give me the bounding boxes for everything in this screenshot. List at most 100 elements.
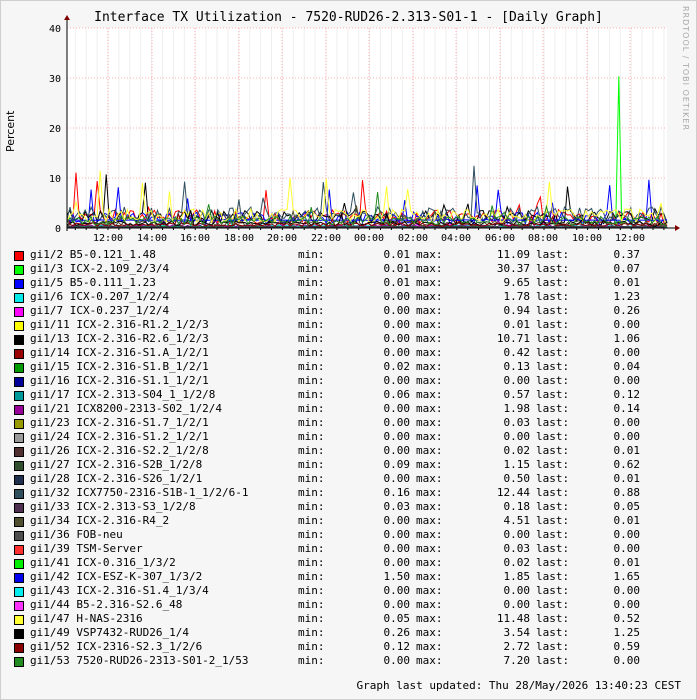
x-tick-label: 00:00 <box>354 233 384 244</box>
legend-swatch <box>14 419 24 429</box>
max-label: max: <box>416 360 443 373</box>
legend-swatch <box>14 391 24 401</box>
legend-swatch <box>14 601 24 611</box>
min-value: 0.00 <box>383 402 411 415</box>
max-value: 0.03 <box>503 542 531 555</box>
last-value: 0.26 <box>613 304 641 317</box>
max-label: max: <box>416 500 443 513</box>
max-label: max: <box>416 304 443 317</box>
min-value: 1.50 <box>383 570 411 583</box>
max-value: 1.78 <box>503 290 531 303</box>
legend-swatch <box>14 321 24 331</box>
max-value: 4.51 <box>503 514 531 527</box>
last-value: 0.12 <box>613 388 641 401</box>
last-value: 0.00 <box>613 654 641 667</box>
legend-swatch <box>14 307 24 317</box>
legend-name: gi1/32 ICX7750-2316-S1B-1_1/2/6-1 <box>30 486 249 499</box>
max-label: max: <box>416 598 443 611</box>
max-value: 0.94 <box>503 304 531 317</box>
min-value: 0.00 <box>383 374 411 387</box>
max-value: 0.00 <box>503 584 531 597</box>
legend-name: gi1/42 ICX-ESZ-K-307_1/3/2 <box>30 570 203 583</box>
x-tick-label: 20:00 <box>267 233 297 244</box>
min-value: 0.00 <box>383 318 411 331</box>
max-value: 0.03 <box>503 416 531 429</box>
x-tick-label: 02:00 <box>398 233 428 244</box>
last-value: 0.00 <box>613 528 641 541</box>
max-label: max: <box>416 626 443 639</box>
last-value: 0.59 <box>613 640 641 653</box>
legend-name: gi1/24 ICX-2.316-S1.2_1/2/1 <box>30 430 209 443</box>
max-value: 0.02 <box>503 556 531 569</box>
legend-swatch <box>14 629 24 639</box>
max-value: 1.98 <box>503 402 531 415</box>
min-value: 0.00 <box>383 584 411 597</box>
legend-swatch <box>14 615 24 625</box>
min-label: min: <box>298 654 325 667</box>
legend-name: gi1/28 ICX-2.316-S26_1/2/1 <box>30 472 203 485</box>
min-label: min: <box>298 542 325 555</box>
x-tick-label: 04:00 <box>441 233 471 244</box>
legend-name: gi1/17 ICX-2.313-S04_1_1/2/8 <box>30 388 216 401</box>
legend-swatch <box>14 433 24 443</box>
max-label: max: <box>416 472 443 485</box>
max-label: max: <box>416 262 443 275</box>
last-label: last: <box>536 360 570 373</box>
legend-swatch <box>14 559 24 569</box>
legend-swatch <box>14 475 24 485</box>
max-value: 2.72 <box>503 640 531 653</box>
min-label: min: <box>298 472 325 485</box>
max-value: 0.01 <box>503 318 531 331</box>
last-label: last: <box>536 290 570 303</box>
legend-swatch <box>14 363 24 373</box>
max-label: max: <box>416 444 443 457</box>
max-value: 30.37 <box>496 262 530 275</box>
legend-name: gi1/43 ICX-2.316-S1.4_1/3/4 <box>30 584 209 597</box>
min-value: 0.00 <box>383 430 411 443</box>
max-label: max: <box>416 612 443 625</box>
x-tick-label: 08:00 <box>528 233 558 244</box>
max-value: 0.13 <box>503 360 531 373</box>
last-value: 0.00 <box>613 542 641 555</box>
legend-name: gi1/36 FOB-neu <box>30 528 123 541</box>
last-value: 0.01 <box>613 472 641 485</box>
last-label: last: <box>536 416 570 429</box>
last-value: 0.00 <box>613 318 641 331</box>
legend-swatch <box>14 405 24 415</box>
legend-swatch <box>14 517 24 527</box>
last-value: 0.01 <box>613 514 641 527</box>
min-value: 0.01 <box>383 248 411 261</box>
last-label: last: <box>536 276 570 289</box>
legend-name: gi1/13 ICX-2.316-R2.6_1/2/3 <box>30 332 209 345</box>
last-value: 0.01 <box>613 276 641 289</box>
last-value: 0.52 <box>613 612 641 625</box>
last-label: last: <box>536 262 570 275</box>
max-label: max: <box>416 584 443 597</box>
max-value: 0.00 <box>503 528 531 541</box>
min-value: 0.00 <box>383 472 411 485</box>
max-label: max: <box>416 654 443 667</box>
last-label: last: <box>536 542 570 555</box>
legend-name: gi1/23 ICX-2.316-S1.7_1/2/1 <box>30 416 209 429</box>
min-label: min: <box>298 416 325 429</box>
max-label: max: <box>416 388 443 401</box>
y-tick-label: 20 <box>49 124 61 135</box>
last-value: 0.88 <box>613 486 641 499</box>
max-label: max: <box>416 332 443 345</box>
max-value: 0.42 <box>503 346 531 359</box>
max-label: max: <box>416 318 443 331</box>
min-label: min: <box>298 640 325 653</box>
legend-swatch <box>14 265 24 275</box>
x-axis-arrow <box>675 225 680 231</box>
min-label: min: <box>298 290 325 303</box>
last-value: 0.37 <box>613 248 641 261</box>
legend-swatch <box>14 573 24 583</box>
max-label: max: <box>416 290 443 303</box>
min-value: 0.01 <box>383 276 411 289</box>
last-label: last: <box>536 458 570 471</box>
min-label: min: <box>298 374 325 387</box>
min-label: min: <box>298 262 325 275</box>
legend-name: gi1/53 7520-RUD26-2313-S01-2_1/53 <box>30 654 249 667</box>
last-value: 1.06 <box>613 332 641 345</box>
legend-swatch <box>14 531 24 541</box>
